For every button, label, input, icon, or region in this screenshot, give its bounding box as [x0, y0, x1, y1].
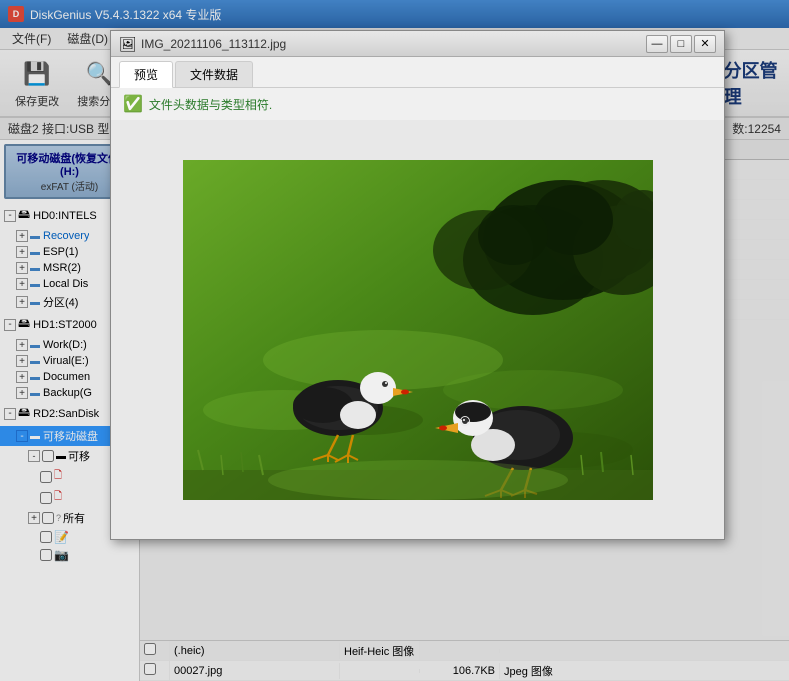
- modal-image-preview: [111, 120, 724, 539]
- modal-status: ✅ 文件头数据与类型相符.: [111, 88, 724, 120]
- modal-title: IMG_20211106_113112.jpg: [141, 37, 644, 51]
- preview-image: [183, 160, 653, 500]
- image-preview-modal: 🖼 IMG_20211106_113112.jpg — □ ✕ 预览 文件数据 …: [110, 30, 725, 540]
- tab-preview[interactable]: 预览: [119, 61, 173, 88]
- check-icon: ✅: [123, 94, 143, 114]
- close-button[interactable]: ✕: [694, 35, 716, 53]
- maximize-button[interactable]: □: [670, 35, 692, 53]
- modal-title-bar[interactable]: 🖼 IMG_20211106_113112.jpg — □ ✕: [111, 31, 724, 57]
- minimize-button[interactable]: —: [646, 35, 668, 53]
- tab-file-data[interactable]: 文件数据: [175, 61, 253, 87]
- modal-file-icon: 🖼: [119, 36, 135, 52]
- status-text: 文件头数据与类型相符.: [149, 96, 272, 113]
- modal-overlay: 🖼 IMG_20211106_113112.jpg — □ ✕ 预览 文件数据 …: [0, 0, 789, 681]
- modal-tabs: 预览 文件数据: [111, 57, 724, 88]
